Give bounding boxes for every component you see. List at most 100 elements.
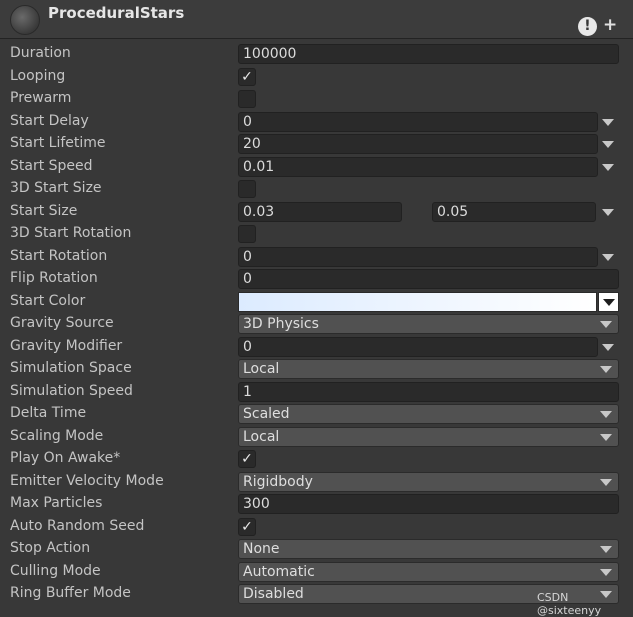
chevron-down-icon bbox=[600, 433, 612, 441]
row-max-particles: Max Particles 300 bbox=[0, 493, 633, 516]
simulation-space-label: Simulation Space bbox=[10, 360, 132, 376]
gravity-modifier-label: Gravity Modifier bbox=[10, 337, 123, 354]
flip-rotation-field[interactable]: 0 bbox=[238, 269, 619, 289]
alert-icon[interactable]: ! bbox=[578, 17, 597, 36]
simulation-speed-label: Simulation Speed bbox=[10, 382, 133, 399]
culling-mode-value: Automatic bbox=[243, 563, 315, 580]
3d-start-size-label: 3D Start Size bbox=[10, 180, 102, 196]
play-on-awake-checkbox[interactable]: ✓ bbox=[238, 450, 256, 468]
delta-time-label: Delta Time bbox=[10, 405, 87, 421]
start-rotation-mode-dropdown-icon[interactable] bbox=[602, 253, 614, 261]
prewarm-checkbox[interactable] bbox=[238, 90, 256, 108]
start-size-mode-dropdown-icon[interactable] bbox=[602, 208, 614, 216]
prewarm-label: Prewarm bbox=[10, 90, 72, 106]
delta-time-value: Scaled bbox=[243, 406, 290, 422]
chevron-down-icon bbox=[600, 546, 612, 553]
start-delay-mode-dropdown-icon[interactable] bbox=[602, 118, 614, 126]
row-start-color: Start Color bbox=[0, 291, 633, 314]
chevron-down-icon bbox=[603, 298, 615, 306]
emitter-velocity-mode-label: Emitter Velocity Mode bbox=[10, 472, 164, 489]
row-stop-action: Stop Action None bbox=[0, 538, 633, 561]
scaling-mode-dropdown[interactable]: Local bbox=[238, 426, 619, 447]
row-gravity-source: Gravity Source 3D Physics bbox=[0, 313, 633, 336]
simulation-speed-field[interactable]: 1 bbox=[238, 381, 619, 402]
row-3d-start-size: 3D Start Size bbox=[0, 178, 633, 201]
gravity-source-value: 3D Physics bbox=[243, 316, 319, 332]
gravity-source-dropdown[interactable]: 3D Physics bbox=[238, 314, 619, 334]
looping-checkbox[interactable]: ✓ bbox=[238, 67, 256, 86]
row-scaling-mode: Scaling Mode Local bbox=[0, 426, 633, 449]
row-simulation-space: Simulation Space Local bbox=[0, 358, 633, 381]
auto-random-seed-checkbox[interactable]: ✓ bbox=[238, 517, 256, 536]
flip-rotation-label: Flip Rotation bbox=[10, 270, 98, 286]
gravity-modifier-field[interactable]: 0 bbox=[238, 336, 598, 357]
row-duration: Duration 100000 bbox=[0, 43, 633, 66]
start-speed-mode-dropdown-icon[interactable] bbox=[602, 163, 614, 171]
row-looping: Looping ✓ bbox=[0, 66, 633, 89]
stop-action-value: None bbox=[243, 541, 280, 557]
chevron-down-icon bbox=[600, 478, 612, 486]
gravity-modifier-mode-dropdown-icon[interactable] bbox=[602, 343, 614, 351]
3d-start-rotation-checkbox[interactable] bbox=[238, 225, 256, 243]
chevron-down-icon bbox=[600, 366, 612, 373]
row-gravity-modifier: Gravity Modifier 0 bbox=[0, 336, 633, 359]
max-particles-label: Max Particles bbox=[10, 495, 103, 511]
chevron-down-icon bbox=[600, 411, 612, 418]
chevron-down-icon bbox=[600, 321, 612, 328]
emitter-velocity-mode-dropdown[interactable]: Rigidbody bbox=[238, 471, 619, 492]
row-play-on-awake: Play On Awake* ✓ bbox=[0, 448, 633, 471]
add-icon[interactable]: + bbox=[603, 15, 617, 35]
start-color-label: Start Color bbox=[10, 292, 86, 309]
duration-field[interactable]: 100000 bbox=[238, 44, 619, 64]
row-start-rotation: Start Rotation 0 bbox=[0, 246, 633, 269]
module-header: ProceduralStars ! + bbox=[0, 0, 633, 39]
row-start-speed: Start Speed 0.01 bbox=[0, 156, 633, 179]
stop-action-label: Stop Action bbox=[10, 540, 91, 556]
start-delay-field[interactable]: 0 bbox=[238, 111, 598, 132]
simulation-space-dropdown[interactable]: Local bbox=[238, 359, 619, 379]
start-rotation-label: Start Rotation bbox=[10, 247, 108, 264]
start-lifetime-field[interactable]: 20 bbox=[238, 134, 598, 154]
duration-label: Duration bbox=[10, 45, 71, 61]
delta-time-dropdown[interactable]: Scaled bbox=[238, 404, 619, 424]
auto-random-seed-label: Auto Random Seed bbox=[10, 517, 145, 534]
max-particles-field[interactable]: 300 bbox=[238, 494, 619, 514]
module-title: ProceduralStars bbox=[48, 4, 185, 22]
watermark: CSDN @sixteenyy bbox=[537, 591, 602, 617]
row-flip-rotation: Flip Rotation 0 bbox=[0, 268, 633, 291]
row-start-lifetime: Start Lifetime 20 bbox=[0, 133, 633, 156]
chevron-down-icon bbox=[600, 568, 612, 576]
row-culling-mode: Culling Mode Automatic bbox=[0, 561, 633, 584]
start-rotation-field[interactable]: 0 bbox=[238, 246, 598, 267]
scaling-mode-value: Local bbox=[243, 428, 280, 445]
gravity-source-label: Gravity Source bbox=[10, 315, 114, 331]
start-speed-field[interactable]: 0.01 bbox=[238, 156, 598, 177]
ring-buffer-mode-value: Disabled bbox=[243, 586, 304, 602]
3d-start-rotation-label: 3D Start Rotation bbox=[10, 225, 132, 241]
start-color-swatch[interactable] bbox=[238, 291, 597, 312]
stop-action-dropdown[interactable]: None bbox=[238, 539, 619, 559]
row-auto-random-seed: Auto Random Seed ✓ bbox=[0, 516, 633, 539]
looping-label: Looping bbox=[10, 67, 66, 84]
start-delay-label: Start Delay bbox=[10, 112, 89, 129]
particle-system-icon bbox=[10, 5, 40, 35]
simulation-space-value: Local bbox=[243, 361, 280, 377]
emitter-velocity-mode-value: Rigidbody bbox=[243, 473, 313, 490]
row-3d-start-rotation: 3D Start Rotation bbox=[0, 223, 633, 246]
culling-mode-dropdown[interactable]: Automatic bbox=[238, 561, 619, 582]
start-size-min-field[interactable]: 0.03 bbox=[238, 201, 402, 222]
start-speed-label: Start Speed bbox=[10, 157, 93, 174]
row-start-delay: Start Delay 0 bbox=[0, 111, 633, 134]
culling-mode-label: Culling Mode bbox=[10, 562, 101, 579]
ring-buffer-mode-label: Ring Buffer Mode bbox=[10, 585, 131, 601]
start-lifetime-label: Start Lifetime bbox=[10, 135, 106, 151]
row-delta-time: Delta Time Scaled bbox=[0, 403, 633, 426]
play-on-awake-label: Play On Awake* bbox=[10, 450, 121, 466]
scaling-mode-label: Scaling Mode bbox=[10, 427, 104, 444]
start-size-label: Start Size bbox=[10, 202, 78, 219]
row-simulation-speed: Simulation Speed 1 bbox=[0, 381, 633, 404]
3d-start-size-checkbox[interactable] bbox=[238, 180, 256, 198]
start-color-mode-button[interactable] bbox=[598, 291, 619, 312]
start-size-max-field[interactable]: 0.05 bbox=[432, 201, 596, 222]
start-lifetime-mode-dropdown-icon[interactable] bbox=[602, 141, 614, 148]
